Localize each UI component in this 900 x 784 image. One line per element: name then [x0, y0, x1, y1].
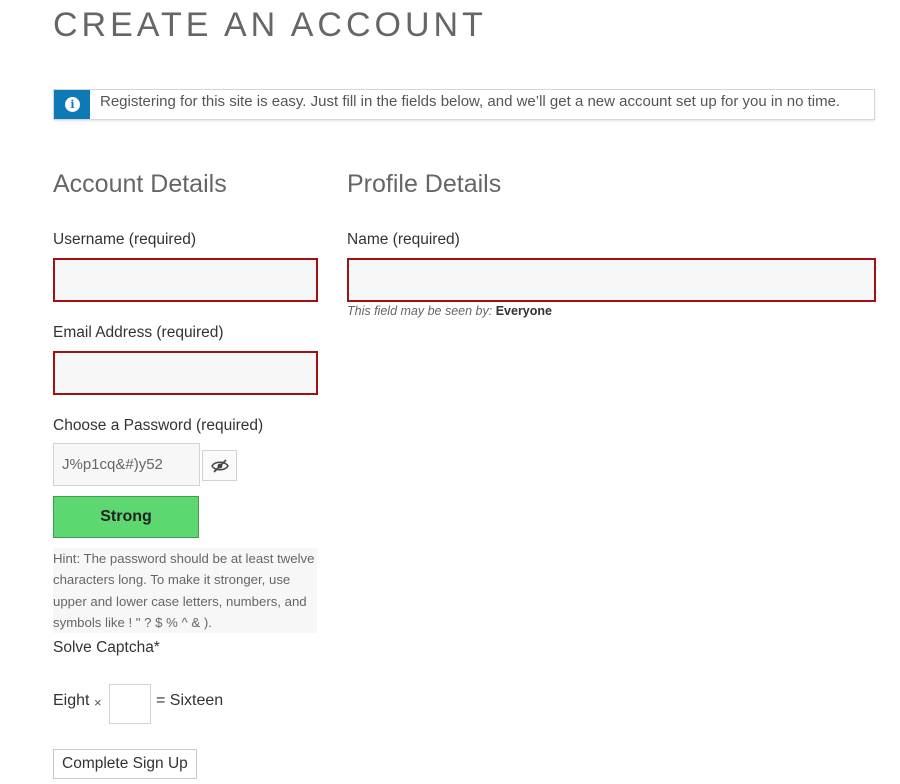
- password-strength-indicator: Strong: [53, 496, 199, 538]
- captcha-answer-input[interactable]: [109, 684, 151, 724]
- profile-details-heading: Profile Details: [347, 170, 502, 198]
- username-label: Username (required): [53, 231, 196, 248]
- name-label: Name (required): [347, 231, 460, 248]
- visibility-value[interactable]: Everyone: [496, 304, 552, 318]
- password-label: Choose a Password (required): [53, 417, 264, 434]
- info-notice: i Registering for this site is easy. Jus…: [53, 89, 875, 120]
- toggle-password-visibility-button[interactable]: [202, 450, 237, 481]
- username-input[interactable]: [53, 258, 318, 302]
- captcha-result: = Sixteen: [156, 692, 224, 709]
- password-hint: Hint: The password should be at least tw…: [53, 548, 317, 634]
- info-icon: i: [65, 97, 80, 112]
- captcha-label: Solve Captcha*: [53, 639, 160, 656]
- captcha-left-operand: Eight: [53, 692, 90, 709]
- captcha-operator: ×: [94, 695, 102, 710]
- email-input[interactable]: [53, 351, 318, 395]
- notice-text: Registering for this site is easy. Just …: [100, 93, 841, 110]
- name-input[interactable]: [347, 258, 876, 302]
- email-label: Email Address (required): [53, 324, 224, 341]
- page-title: CREATE AN ACCOUNT: [53, 6, 487, 44]
- complete-sign-up-button[interactable]: Complete Sign Up: [53, 749, 197, 779]
- account-details-heading: Account Details: [53, 170, 227, 198]
- visibility-prefix: This field may be seen by:: [347, 304, 493, 318]
- password-input[interactable]: [53, 443, 200, 486]
- eye-slash-icon: [210, 458, 229, 473]
- notice-icon-box: i: [54, 90, 90, 119]
- field-visibility-note: This field may be seen by: Everyone: [347, 304, 552, 318]
